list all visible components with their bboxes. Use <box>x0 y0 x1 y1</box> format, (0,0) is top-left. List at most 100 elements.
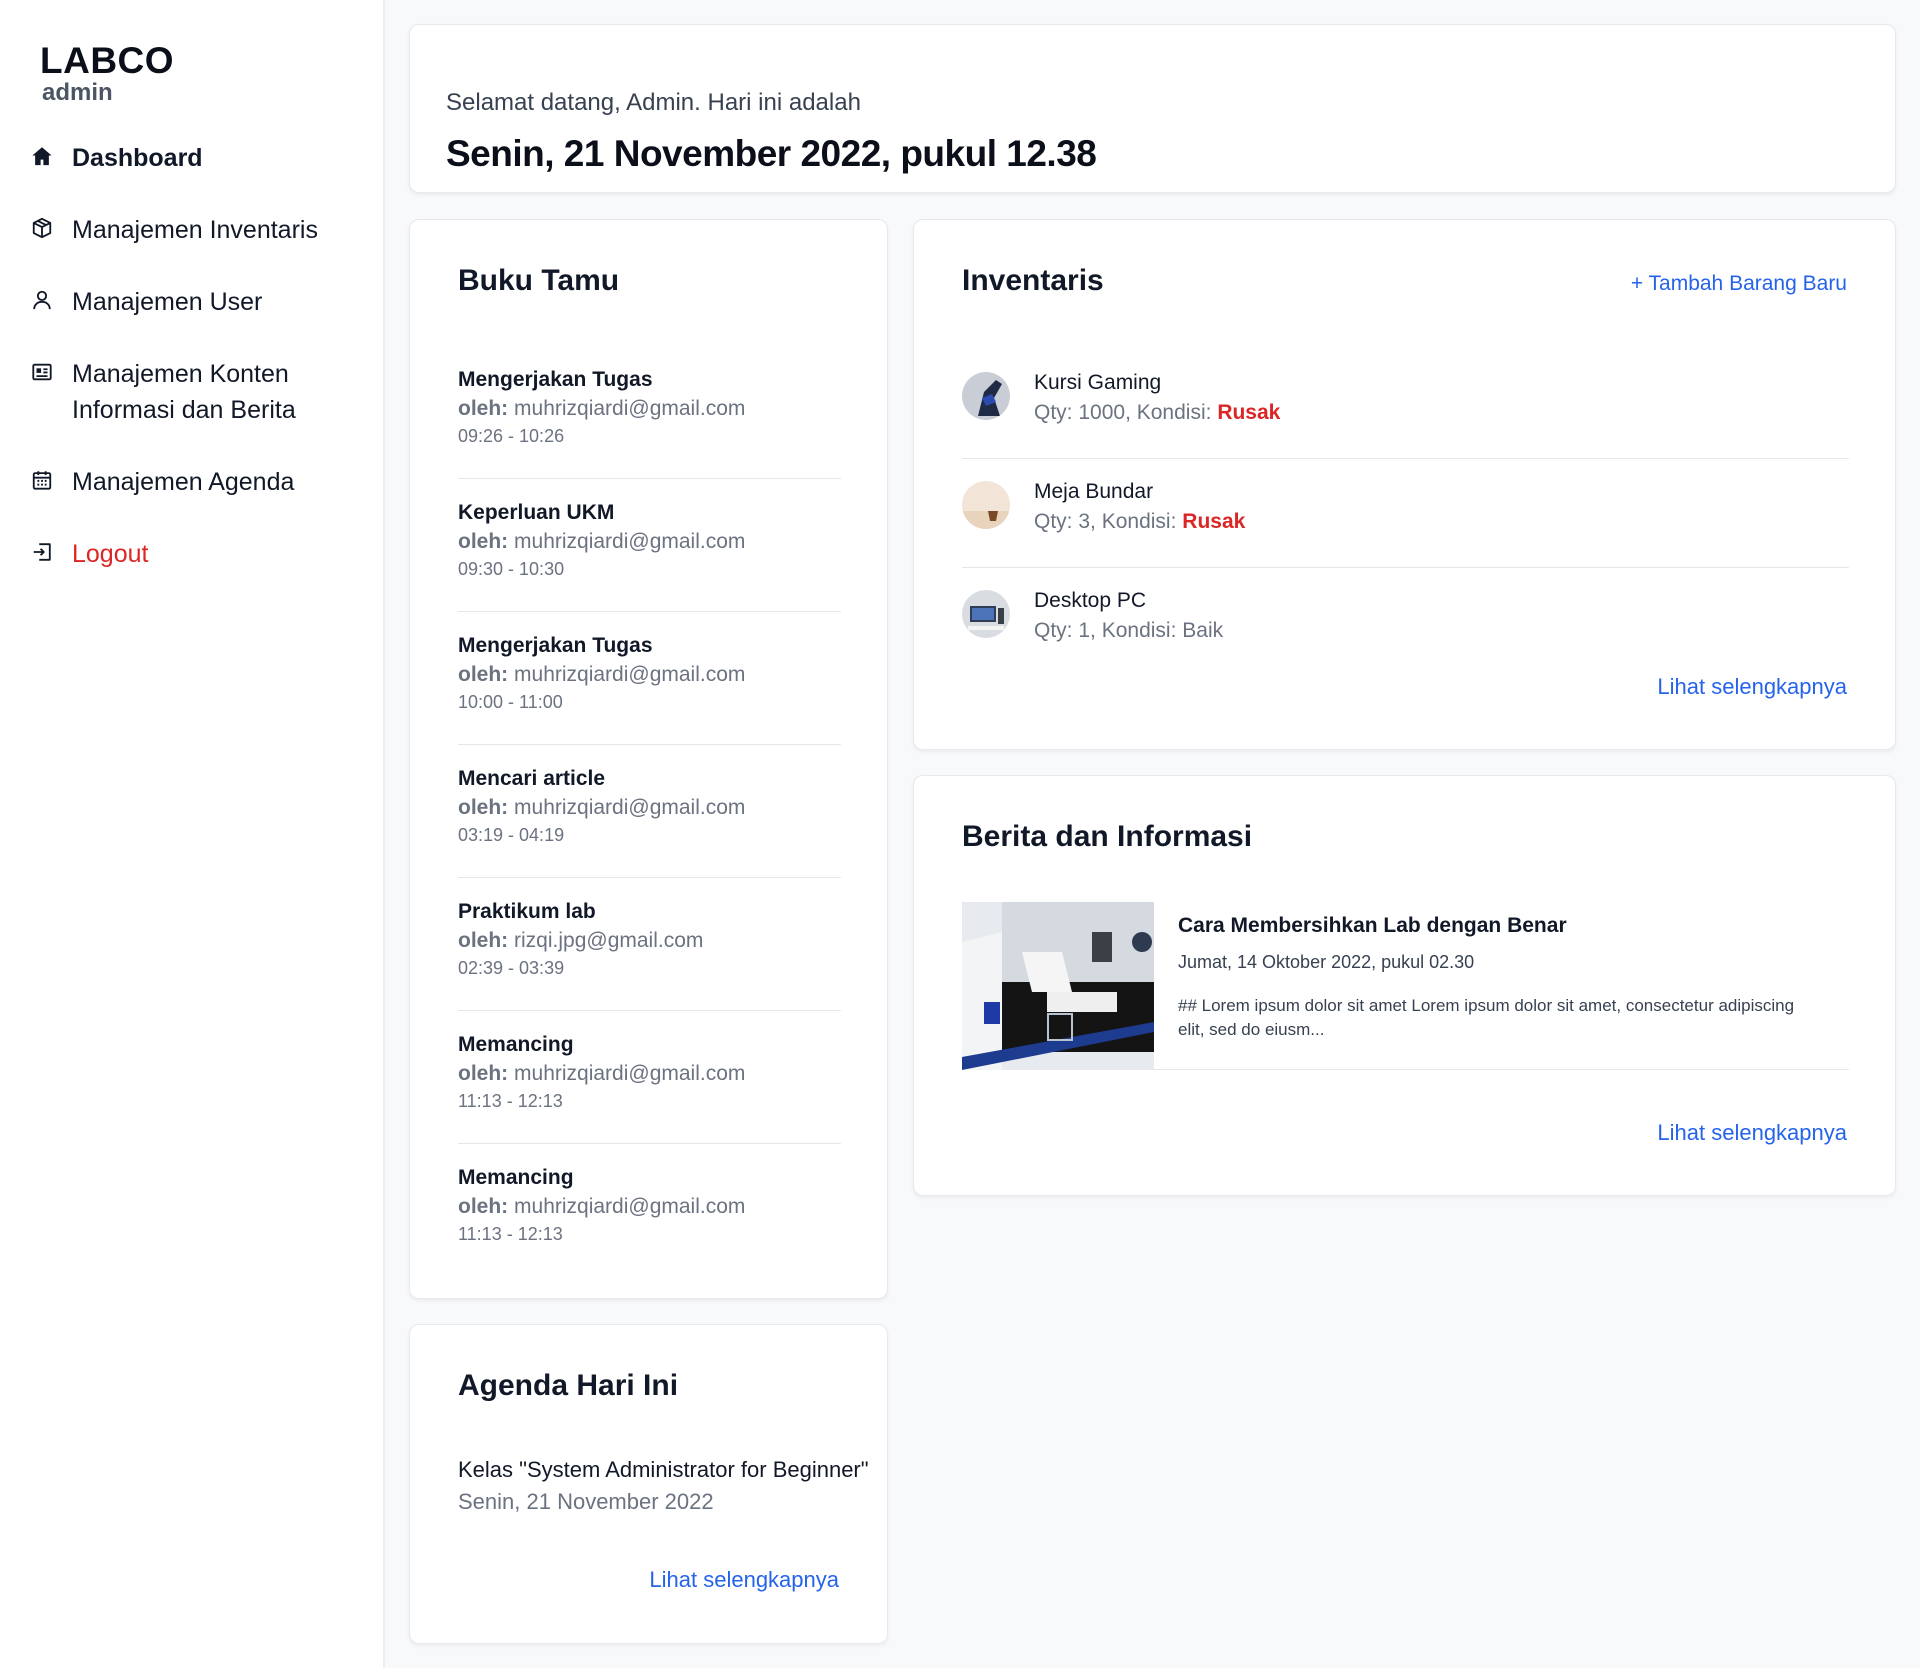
guest-purpose: Praktikum lab <box>458 900 596 923</box>
sidebar-item-label: Manajemen Inventaris <box>72 216 318 244</box>
guest-email: muhrizqiardi@gmail.com <box>514 663 746 686</box>
by-label: oleh: <box>458 663 509 686</box>
guest-purpose: Keperluan UKM <box>458 501 615 524</box>
list-item[interactable]: Keperluan UKM oleh: muhrizqiardi@gmail.c… <box>458 479 841 612</box>
condition-label: Kondisi: <box>1136 401 1212 424</box>
qty-label: Qty: <box>1034 510 1073 533</box>
brand: LABCO admin <box>40 42 174 106</box>
sidebar-item-content[interactable]: Manajemen Konten Informasi dan Berita <box>0 356 383 428</box>
item-meta: Qty: 3, Kondisi: Rusak <box>1034 510 1246 533</box>
sidebar-item-users[interactable]: Manajemen User <box>0 284 383 320</box>
guest-email: muhrizqiardi@gmail.com <box>514 1062 746 1085</box>
brand-title: LABCO <box>40 40 175 81</box>
item-condition: Baik <box>1182 619 1224 642</box>
item-name: Desktop PC <box>1034 589 1147 612</box>
news-item-date: Jumat, 14 Oktober 2022, pukul 02.30 <box>1178 952 1475 972</box>
sidebar-item-agenda[interactable]: Manajemen Agenda <box>0 464 383 500</box>
guest-by: oleh: muhrizqiardi@gmail.com <box>458 793 841 823</box>
item-condition: Rusak <box>1217 401 1281 424</box>
item-meta: Qty: 1000, Kondisi: Rusak <box>1034 401 1281 424</box>
guest-purpose: Mengerjakan Tugas <box>458 634 653 657</box>
guest-by: oleh: muhrizqiardi@gmail.com <box>458 1059 841 1089</box>
list-item[interactable]: Mengerjakan Tugas oleh: muhrizqiardi@gma… <box>458 612 841 745</box>
list-item[interactable]: Kursi Gaming Qty: 1000, Kondisi: Rusak <box>962 350 1849 459</box>
item-qty: 1 <box>1078 619 1091 642</box>
sidebar-item-inventory[interactable]: Manajemen Inventaris <box>0 212 383 248</box>
guest-purpose: Memancing <box>458 1033 574 1056</box>
agenda-see-more-link[interactable]: Lihat selengkapnya <box>649 1567 839 1593</box>
sidebar-item-label: Manajemen User <box>72 288 263 316</box>
condition-label: Kondisi: <box>1101 510 1177 533</box>
agenda-title: Agenda Hari Ini <box>458 1369 679 1402</box>
guestbook-card: Buku Tamu Mengerjakan Tugas oleh: muhriz… <box>409 219 888 1299</box>
item-condition: Rusak <box>1182 510 1246 533</box>
news-thumbnail <box>962 902 1154 1070</box>
agenda-item-date: Senin, 21 November 2022 <box>458 1489 714 1514</box>
list-item[interactable]: Memancing oleh: muhrizqiardi@gmail.com 1… <box>458 1011 841 1144</box>
user-icon <box>30 284 54 316</box>
guest-by: oleh: muhrizqiardi@gmail.com <box>458 1192 841 1222</box>
guest-time: 03:19 - 04:19 <box>458 825 565 845</box>
guestbook-title: Buku Tamu <box>458 264 620 297</box>
sidebar-nav: Dashboard Manajemen Inventaris Manajemen… <box>0 140 383 608</box>
news-card: Berita dan Informasi Cara Membersihkan L… <box>913 775 1896 1196</box>
list-item[interactable]: Meja Bundar Qty: 3, Kondisi: Rusak <box>962 459 1849 568</box>
guest-time: 10:00 - 11:00 <box>458 692 563 712</box>
guest-purpose: Mengerjakan Tugas <box>458 368 653 391</box>
qty-label: Qty: <box>1034 401 1073 424</box>
box-icon <box>30 212 54 244</box>
guest-email: muhrizqiardi@gmail.com <box>514 1195 746 1218</box>
list-item[interactable]: Desktop PC Qty: 1, Kondisi: Baik <box>962 568 1849 677</box>
item-thumbnail <box>962 481 1010 529</box>
agenda-card: Agenda Hari Ini Kelas "System Administra… <box>409 1324 888 1644</box>
guest-email: muhrizqiardi@gmail.com <box>514 796 746 819</box>
add-item-link[interactable]: + Tambah Barang Baru <box>1631 272 1847 296</box>
inventory-title: Inventaris <box>962 264 1104 297</box>
inventory-see-more-link[interactable]: Lihat selengkapnya <box>1657 674 1847 700</box>
list-item[interactable]: Mencari article oleh: muhrizqiardi@gmail… <box>458 745 841 878</box>
by-label: oleh: <box>458 796 509 819</box>
item-qty: 1000 <box>1078 401 1126 424</box>
inventory-list: Kursi Gaming Qty: 1000, Kondisi: Rusak M… <box>962 350 1849 677</box>
item-qty: 3 <box>1078 510 1091 533</box>
by-label: oleh: <box>458 530 509 553</box>
sidebar-item-label: Dashboard <box>72 144 203 172</box>
news-item-excerpt: ## Lorem ipsum dolor sit amet Lorem ipsu… <box>1178 996 1795 1039</box>
guest-time: 09:30 - 10:30 <box>458 559 565 579</box>
guest-time: 02:39 - 03:39 <box>458 958 565 978</box>
newspaper-icon <box>30 356 54 388</box>
list-item[interactable]: Mengerjakan Tugas oleh: muhrizqiardi@gma… <box>458 346 841 479</box>
guestbook-list: Mengerjakan Tugas oleh: muhrizqiardi@gma… <box>458 346 841 1277</box>
guest-by: oleh: muhrizqiardi@gmail.com <box>458 527 841 557</box>
by-label: oleh: <box>458 1062 509 1085</box>
guest-email: rizqi.jpg@gmail.com <box>514 929 704 952</box>
guest-by: oleh: muhrizqiardi@gmail.com <box>458 394 841 424</box>
item-name: Meja Bundar <box>1034 480 1154 503</box>
home-icon <box>30 140 54 172</box>
current-datetime: Senin, 21 November 2022, pukul 12.38 <box>446 133 1097 174</box>
news-item[interactable]: Cara Membersihkan Lab dengan Benar Jumat… <box>962 902 1849 1070</box>
guest-time: 11:13 - 12:13 <box>458 1091 563 1111</box>
news-item-title[interactable]: Cara Membersihkan Lab dengan Benar <box>1178 914 1567 938</box>
news-title: Berita dan Informasi <box>962 820 1253 853</box>
item-thumbnail <box>962 372 1010 420</box>
list-item[interactable]: Memancing oleh: muhrizqiardi@gmail.com 1… <box>458 1144 841 1277</box>
item-thumbnail <box>962 590 1010 638</box>
welcome-card: Selamat datang, Admin. Hari ini adalah S… <box>409 24 1896 193</box>
calendar-icon <box>30 464 54 496</box>
by-label: oleh: <box>458 1195 509 1218</box>
sidebar-item-dashboard[interactable]: Dashboard <box>0 140 383 176</box>
news-see-more-link[interactable]: Lihat selengkapnya <box>1657 1120 1847 1146</box>
sidebar: LABCO admin Dashboard Manajemen Inventar… <box>0 0 385 1668</box>
sidebar-item-label: Manajemen Konten Informasi dan Berita <box>72 360 296 424</box>
sidebar-item-logout[interactable]: Logout <box>0 536 383 572</box>
sidebar-item-label: Logout <box>72 540 149 568</box>
list-item[interactable]: Praktikum lab oleh: rizqi.jpg@gmail.com … <box>458 878 841 1011</box>
inventory-card: Inventaris + Tambah Barang Baru Kursi Ga… <box>913 219 1896 750</box>
sidebar-item-label: Manajemen Agenda <box>72 468 295 496</box>
guest-purpose: Memancing <box>458 1166 574 1189</box>
agenda-item-title[interactable]: Kelas "System Administrator for Beginner… <box>458 1457 869 1483</box>
guest-time: 09:26 - 10:26 <box>458 426 565 446</box>
condition-label: Kondisi: <box>1101 619 1177 642</box>
item-name: Kursi Gaming <box>1034 371 1162 394</box>
